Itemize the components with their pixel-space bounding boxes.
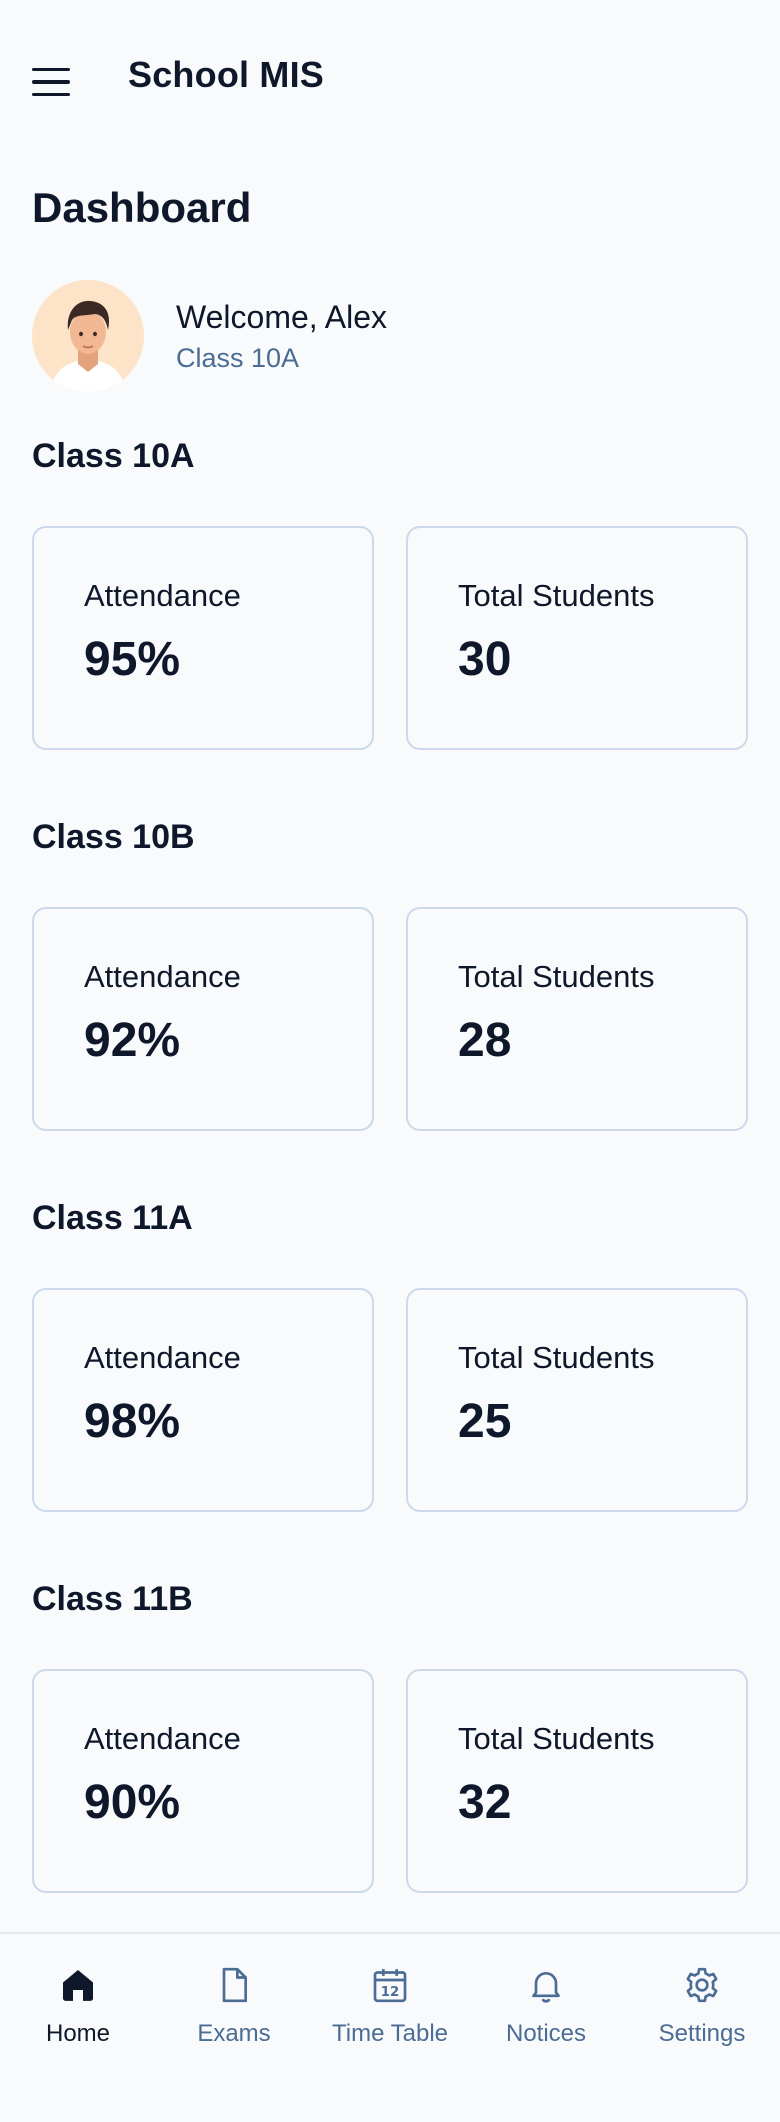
card-value: 30	[458, 633, 512, 686]
calendar-day: 12	[381, 1985, 400, 2000]
nav-item-exams[interactable]: Exams	[161, 1934, 307, 2122]
nav-item-settings[interactable]: Settings	[629, 1934, 775, 2122]
attendance-card[interactable]: Attendance 90%	[32, 1669, 374, 1893]
calendar-icon: 12	[367, 1962, 413, 2008]
nav-label: Exams	[197, 2020, 271, 2047]
total-students-card[interactable]: Total Students 30	[406, 526, 748, 750]
class-section: Class 10A Attendance 95% Total Students …	[32, 434, 748, 758]
nav-item-home[interactable]: Home	[5, 1934, 151, 2122]
card-label: Total Students	[458, 1721, 655, 1756]
total-students-card[interactable]: Total Students 28	[406, 907, 748, 1131]
card-label: Total Students	[458, 1340, 655, 1375]
card-value: 95%	[84, 633, 181, 686]
top-app-bar: School MIS	[0, 0, 780, 158]
user-avatar-illustration	[32, 280, 144, 392]
attendance-card[interactable]: Attendance 98%	[32, 1288, 374, 1512]
menu-line	[32, 67, 70, 72]
app-title: School MIS	[128, 54, 325, 95]
card-value: 32	[458, 1776, 512, 1829]
nav-label: Settings	[658, 2020, 746, 2047]
section-title: Class 10A	[32, 437, 195, 475]
stat-cards: Attendance 92% Total Students 28	[32, 907, 748, 1131]
total-students-card[interactable]: Total Students 25	[406, 1288, 748, 1512]
welcome-panel: Welcome, Alex Class 10A	[32, 280, 387, 392]
hamburger-menu-icon[interactable]	[32, 62, 80, 102]
card-label: Attendance	[84, 578, 241, 613]
menu-line	[32, 80, 70, 84]
attendance-card[interactable]: Attendance 95%	[32, 526, 374, 750]
welcome-class: Class 10A	[176, 342, 300, 373]
welcome-text: Welcome, Alex Class 10A	[176, 298, 387, 373]
section-title: Class 10B	[32, 818, 195, 856]
total-students-card[interactable]: Total Students 32	[406, 1669, 748, 1893]
card-label: Attendance	[84, 959, 241, 994]
class-section: Class 11B Attendance 90% Total Students …	[32, 1577, 748, 1901]
card-value: 28	[458, 1014, 512, 1067]
attendance-card[interactable]: Attendance 92%	[32, 907, 374, 1131]
page-title: Dashboard	[32, 184, 252, 231]
section-title: Class 11B	[32, 1580, 193, 1618]
welcome-greeting: Welcome, Alex	[176, 299, 388, 336]
nav-label: Time Table	[331, 2020, 449, 2047]
avatar[interactable]	[32, 280, 144, 392]
nav-label: Notices	[505, 2020, 587, 2047]
home-icon	[55, 1962, 101, 2008]
stat-cards: Attendance 98% Total Students 25	[32, 1288, 748, 1512]
section-title: Class 11A	[32, 1199, 193, 1237]
card-value: 98%	[84, 1395, 181, 1448]
card-value: 25	[458, 1395, 512, 1448]
card-label: Attendance	[84, 1721, 241, 1756]
stat-cards: Attendance 95% Total Students 30	[32, 526, 748, 750]
card-value: 90%	[84, 1776, 181, 1829]
gear-icon	[679, 1962, 725, 2008]
class-section: Class 10B Attendance 92% Total Students …	[32, 815, 748, 1139]
card-label: Total Students	[458, 959, 655, 994]
bell-icon	[523, 1962, 569, 2008]
nav-label: Home	[45, 2020, 111, 2047]
stat-cards: Attendance 90% Total Students 32	[32, 1669, 748, 1893]
nav-item-notices[interactable]: Notices	[473, 1934, 619, 2122]
card-label: Total Students	[458, 578, 655, 613]
document-icon	[211, 1962, 257, 2008]
class-section: Class 11A Attendance 98% Total Students …	[32, 1196, 748, 1520]
nav-item-time-table[interactable]: 12 Time Table	[317, 1934, 463, 2122]
bottom-navigation: Home Exams 12 Time Table Notices Setting…	[0, 1932, 780, 2122]
menu-line	[32, 92, 70, 97]
card-value: 92%	[84, 1014, 181, 1067]
card-label: Attendance	[84, 1340, 241, 1375]
